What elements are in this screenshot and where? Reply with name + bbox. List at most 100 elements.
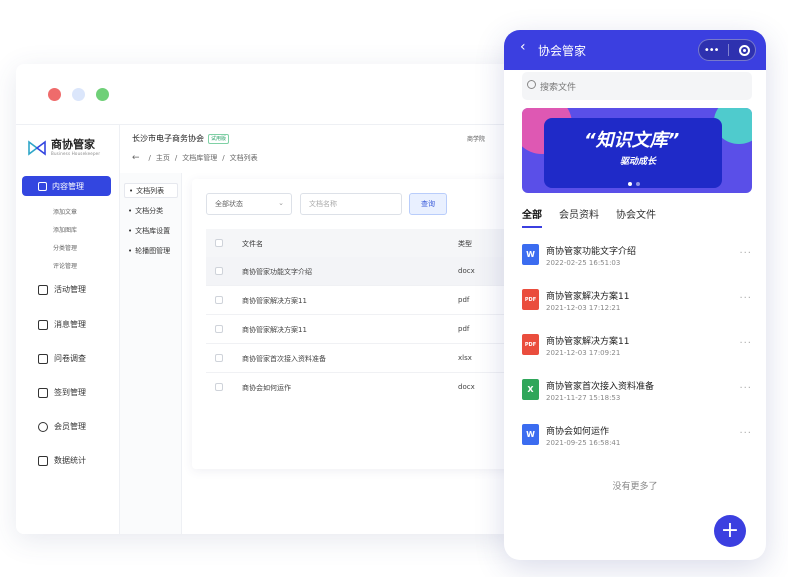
doc-name-input[interactable]: 文档名称 <box>300 193 402 215</box>
status-select[interactable]: 全部状态 ⌄ <box>206 193 292 215</box>
sidebar-item-label: 问卷调查 <box>54 354 86 363</box>
table-row[interactable]: 商协管家首次接入资料准备 xlsx <box>206 344 516 373</box>
subnav-category[interactable]: 分类管理 <box>53 243 77 252</box>
close-dot[interactable] <box>48 88 61 101</box>
sidebar-item-stats[interactable]: 数据统计 <box>38 455 86 466</box>
sidebar-item-label: 会员管理 <box>54 422 86 431</box>
logo-name: 商协管家 <box>51 138 95 151</box>
select-all-checkbox[interactable] <box>215 239 223 247</box>
desktop-window: 商协管家 Business Housekeeper 内容管理 添加文章 添加图库… <box>16 64 516 534</box>
subnav-doc-list[interactable]: • 文档列表 <box>124 183 178 198</box>
more-icon[interactable]: ··· <box>739 248 752 259</box>
subnav-carousel[interactable]: • 轮播图管理 <box>124 243 178 258</box>
table-row[interactable]: 商协管家解决方案11 pdf <box>206 315 516 344</box>
row-checkbox[interactable] <box>215 325 223 333</box>
more-dots-icon[interactable]: ••• <box>704 45 720 56</box>
phone-mockup: ‹ 协会管家 ••• 搜索文件 “知识文库” 驱动成长 全部 会员资料 协会文件… <box>504 30 766 560</box>
list-item[interactable]: X 商协管家首次接入资料准备 2021-11-27 15:18:53 ··· <box>522 379 752 411</box>
knowledge-banner[interactable]: “知识文库” 驱动成长 <box>522 108 752 193</box>
trial-badge: 试用版 <box>208 133 230 144</box>
breadcrumb-home[interactable]: 主页 <box>156 153 170 163</box>
content-icon <box>38 181 47 191</box>
row-checkbox[interactable] <box>215 267 223 275</box>
sidebar-item-checkin[interactable]: 签到管理 <box>38 387 86 398</box>
list-item[interactable]: PDF 商协管家解决方案11 2021-12-03 17:09:21 ··· <box>522 334 752 366</box>
flag-icon <box>38 284 48 295</box>
message-icon <box>38 319 48 330</box>
more-icon[interactable]: ··· <box>739 383 752 394</box>
tab-member-docs[interactable]: 会员资料 <box>559 206 599 221</box>
tab-bar: 全部 会员资料 协会文件 <box>522 206 656 228</box>
sidebar-item-label: 签到管理 <box>54 388 86 397</box>
chevron-down-icon: ⌄ <box>278 199 284 207</box>
excel-file-icon: X <box>522 379 539 400</box>
subnav-add-gallery[interactable]: 添加图库 <box>53 225 77 234</box>
row-checkbox[interactable] <box>215 383 223 391</box>
table-row[interactable]: 商协管家解决方案11 pdf <box>206 286 516 315</box>
table-header: 文件名 类型 <box>206 229 516 257</box>
sidebar-item-activity[interactable]: 活动管理 <box>38 284 86 295</box>
more-icon[interactable]: ··· <box>739 338 752 349</box>
subnav-comments[interactable]: 评论管理 <box>53 261 77 270</box>
sidebar-item-survey[interactable]: 问卷调查 <box>38 353 86 364</box>
members-icon <box>38 421 48 432</box>
logo-icon <box>28 139 46 156</box>
carousel-dots <box>628 182 640 186</box>
minimize-dot[interactable] <box>72 88 85 101</box>
academy-link[interactable]: 商学院 <box>467 134 485 143</box>
sidebar-item-label: 内容管理 <box>52 181 84 191</box>
table-row[interactable]: 商协管家功能文字介绍 docx <box>206 257 516 286</box>
banner-title: “知识文库” <box>584 130 680 151</box>
more-icon[interactable]: ··· <box>739 293 752 304</box>
close-target-icon[interactable] <box>739 44 751 56</box>
org-name: 长沙市电子商务协会 <box>132 134 204 143</box>
list-item[interactable]: W 商协会如何运作 2021-09-25 16:58:41 ··· <box>522 424 752 456</box>
subnav-add-article[interactable]: 添加文章 <box>53 207 77 216</box>
checkin-icon <box>38 387 48 398</box>
maximize-dot[interactable] <box>96 88 109 101</box>
back-icon[interactable]: ‹ <box>520 39 526 55</box>
subnav-doc-category[interactable]: • 文档分类 <box>124 203 178 218</box>
tab-association-docs[interactable]: 协会文件 <box>616 206 656 221</box>
breadcrumb-current: 文档列表 <box>229 154 258 162</box>
logo: 商协管家 Business Housekeeper <box>28 139 100 156</box>
pdf-file-icon: PDF <box>522 289 539 310</box>
more-icon[interactable]: ··· <box>739 428 752 439</box>
search-input[interactable]: 搜索文件 <box>522 72 752 100</box>
word-file-icon: W <box>522 244 539 265</box>
doc-list-panel: 全部状态 ⌄ 文档名称 查询 文件名 类型 商协管家功能文字介绍 docx 商协… <box>192 179 516 469</box>
survey-icon <box>38 353 48 364</box>
row-checkbox[interactable] <box>215 354 223 362</box>
subnav-doc-settings[interactable]: • 文档库设置 <box>124 223 178 238</box>
sidebar: 商协管家 Business Housekeeper 内容管理 添加文章 添加图库… <box>16 125 120 534</box>
header-type: 类型 <box>458 240 472 248</box>
add-button[interactable]: + <box>714 515 746 547</box>
phone-title: 协会管家 <box>538 44 587 58</box>
sub-panel: • 文档列表 • 文档分类 • 文档库设置 • 轮播图管理 <box>120 173 182 534</box>
stats-icon <box>38 455 48 466</box>
back-arrow-icon[interactable]: ← <box>132 153 140 163</box>
breadcrumb-doclib[interactable]: 文档库管理 <box>182 153 217 163</box>
search-icon <box>527 80 536 89</box>
stage: 商协管家 Business Housekeeper 内容管理 添加文章 添加图库… <box>0 0 788 577</box>
pdf-file-icon: PDF <box>522 334 539 355</box>
banner-subtitle: 驱动成长 <box>620 157 657 167</box>
breadcrumb: ← / 主页 / 文档库管理 / 文档列表 <box>132 153 258 163</box>
sidebar-item-label: 数据统计 <box>54 456 86 465</box>
sidebar-item-messages[interactable]: 消息管理 <box>38 319 86 330</box>
org-title: 长沙市电子商务协会 试用版 <box>132 133 230 144</box>
table-row[interactable]: 商协会如何运作 docx <box>206 373 516 402</box>
no-more-text: 没有更多了 <box>612 482 658 492</box>
row-checkbox[interactable] <box>215 296 223 304</box>
header-filename: 文件名 <box>242 240 263 248</box>
phone-header: ‹ 协会管家 ••• <box>504 30 766 70</box>
sidebar-item-content[interactable]: 内容管理 <box>22 176 111 196</box>
list-item[interactable]: PDF 商协管家解决方案11 2021-12-03 17:12:21 ··· <box>522 289 752 321</box>
tab-all[interactable]: 全部 <box>522 206 542 228</box>
app-body: 商协管家 Business Housekeeper 内容管理 添加文章 添加图库… <box>16 124 516 534</box>
logo-subtitle: Business Housekeeper <box>51 151 101 156</box>
query-button[interactable]: 查询 <box>409 193 447 215</box>
sidebar-item-members[interactable]: 会员管理 <box>38 421 86 432</box>
window-controls <box>48 88 109 101</box>
list-item[interactable]: W 商协管家功能文字介绍 2022-02-25 16:51:03 ··· <box>522 244 752 276</box>
